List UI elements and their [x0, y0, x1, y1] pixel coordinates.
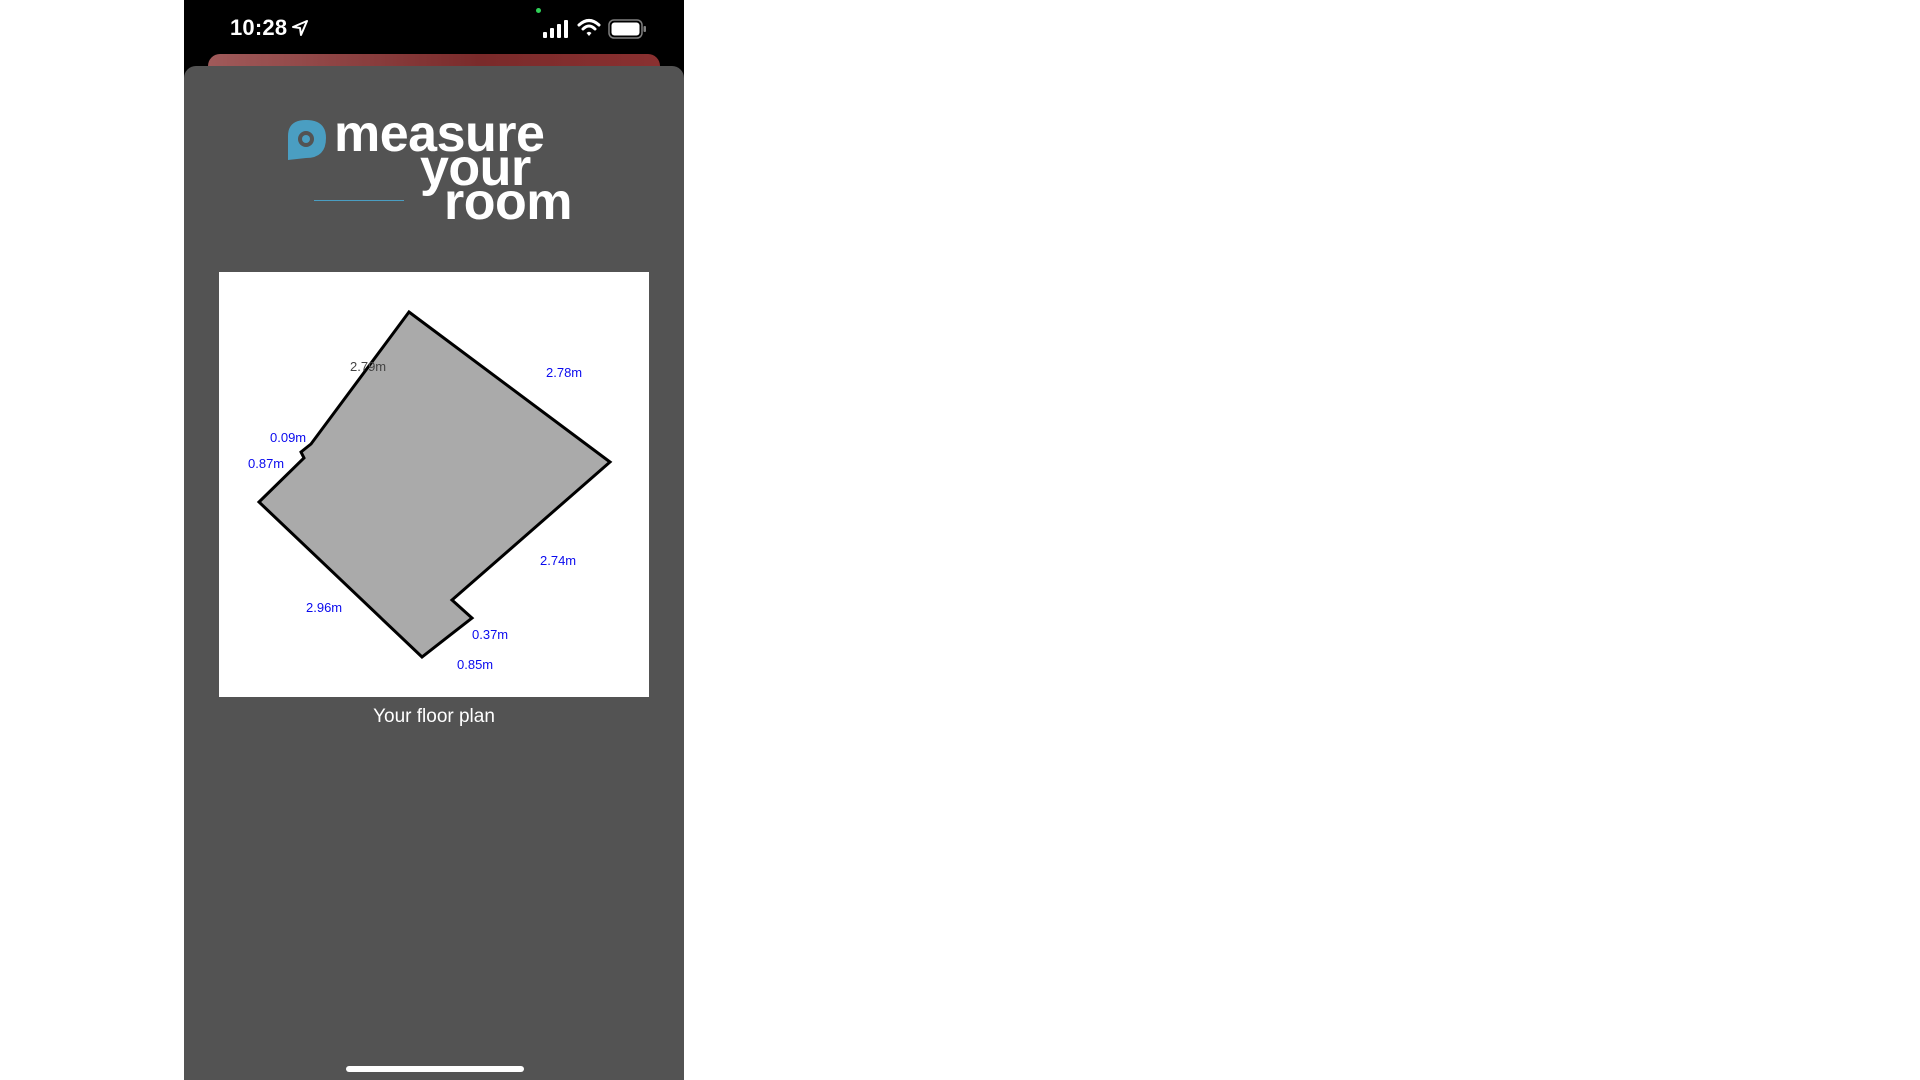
status-time: 10:28	[230, 15, 288, 40]
battery-icon	[608, 19, 646, 39]
dimension-top-right: 2.78m	[546, 365, 582, 380]
dimension-left: 0.87m	[248, 456, 284, 471]
location-arrow-icon	[292, 20, 308, 36]
logo-word-room: room	[444, 173, 573, 231]
dimension-right: 2.74m	[540, 553, 576, 568]
app-logo: measure your room	[284, 108, 604, 258]
signal-bars-icon	[543, 20, 568, 38]
home-indicator[interactable]	[346, 1066, 524, 1072]
dimension-bottom-left: 2.96m	[306, 600, 342, 615]
tape-measure-icon	[288, 120, 326, 160]
wifi-icon	[577, 19, 601, 36]
floor-plan-drawing: 2.79m 2.78m 0.09m 0.87m 2.74m 2.96m 0.37…	[248, 309, 613, 672]
floor-plan-card: 2.79m 2.78m 0.09m 0.87m 2.74m 2.96m 0.37…	[219, 272, 649, 697]
status-bar: 10:28	[184, 0, 684, 56]
privacy-indicator-dot	[536, 8, 541, 13]
phone-screen: 10:28 measure your room 2.79m 2.78m 0.09…	[184, 0, 684, 1080]
floor-plan-caption: Your floor plan	[373, 706, 495, 727]
dimension-top-left: 2.79m	[350, 359, 386, 374]
dimension-left-short: 0.09m	[270, 430, 306, 445]
modal-sheet: measure your room 2.79m 2.78m 0.09m 0.87…	[184, 66, 684, 1080]
dimension-bottom: 0.85m	[457, 657, 493, 672]
dimension-notch: 0.37m	[472, 627, 508, 642]
logo-tape-line	[314, 200, 404, 201]
